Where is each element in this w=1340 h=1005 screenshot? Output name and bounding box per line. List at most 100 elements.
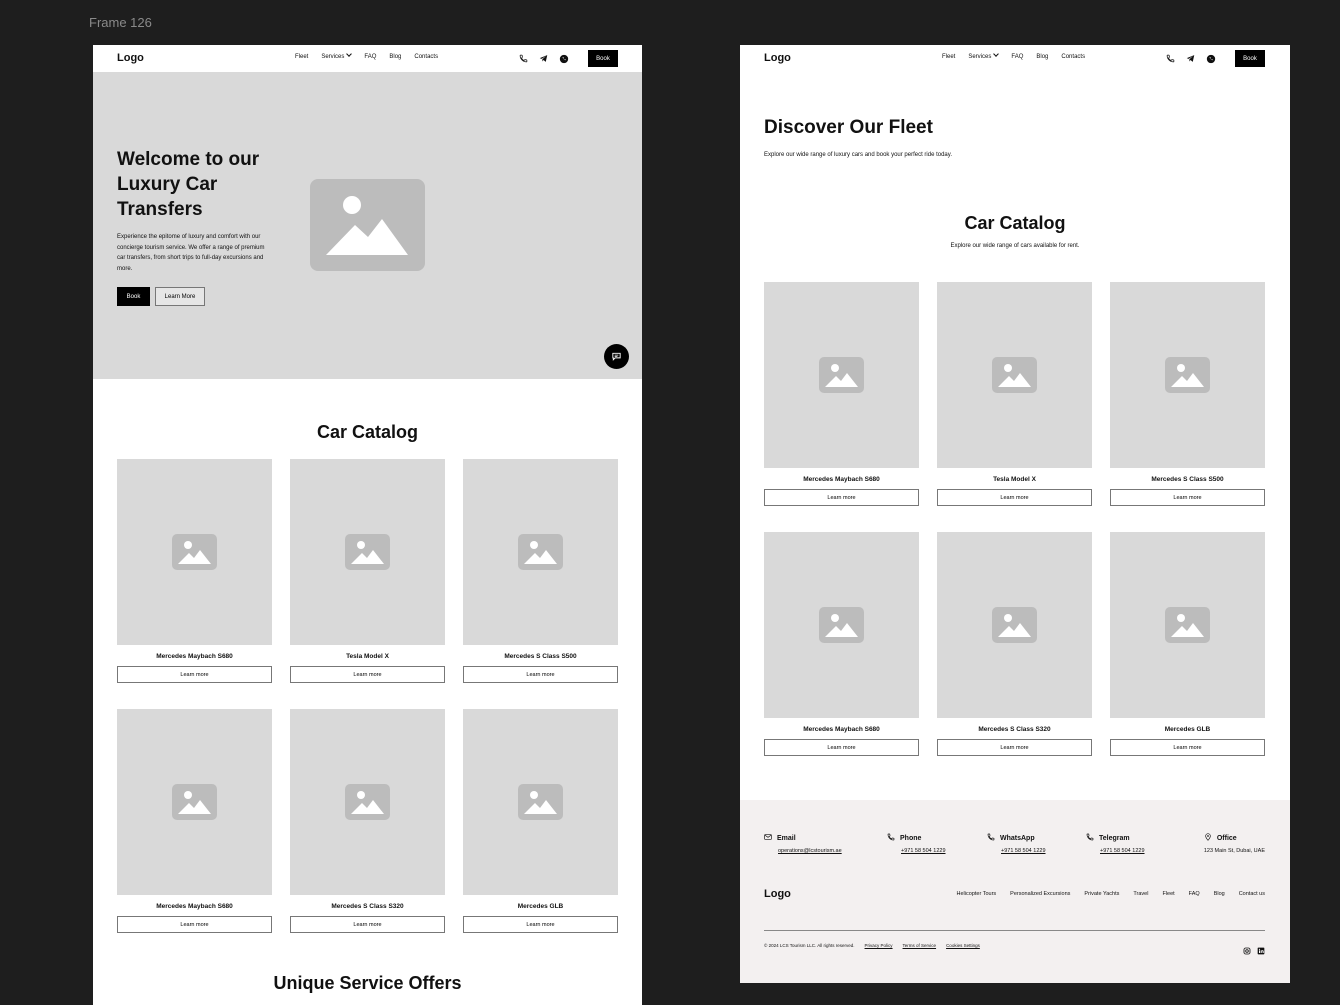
telegram-icon[interactable] bbox=[538, 53, 549, 64]
nav-link-contacts[interactable]: Contacts bbox=[1061, 54, 1085, 60]
hero-learn-more-button[interactable]: Learn More bbox=[155, 287, 205, 306]
car-name: Tesla Model X bbox=[346, 653, 389, 660]
car-image-placeholder bbox=[1110, 282, 1265, 468]
learn-more-button[interactable]: Learn more bbox=[290, 666, 445, 683]
footer-logo[interactable]: Logo bbox=[764, 888, 791, 900]
learn-more-button[interactable]: Learn more bbox=[290, 916, 445, 933]
chat-bubble-button[interactable] bbox=[604, 344, 629, 369]
nav-link-services[interactable]: Services bbox=[968, 51, 1000, 60]
car-image-placeholder bbox=[463, 709, 618, 895]
frame-label: Frame 126 bbox=[89, 15, 152, 30]
contact-office: Office 123 Main St, Dubai, UAE bbox=[1204, 833, 1265, 854]
contact-phone: Phone +971 58 504 1229 bbox=[887, 833, 946, 854]
hero-description: Experience the epitome of luxury and com… bbox=[117, 234, 265, 272]
nav-links: Fleet Services FAQ Blog Contacts bbox=[295, 51, 438, 60]
learn-more-button[interactable]: Learn more bbox=[764, 739, 919, 756]
car-card: Mercedes Maybach S680 Learn more bbox=[117, 709, 272, 933]
linkedin-icon[interactable] bbox=[1257, 942, 1265, 960]
footer-link[interactable]: Fleet bbox=[1162, 891, 1174, 897]
car-name: Mercedes Maybach S680 bbox=[803, 726, 880, 733]
nav-icons bbox=[1165, 53, 1216, 64]
footer-link[interactable]: Travel bbox=[1133, 891, 1148, 897]
learn-more-button[interactable]: Learn more bbox=[937, 489, 1092, 506]
contact-value[interactable]: +971 58 504 1229 bbox=[987, 848, 1046, 854]
contact-value[interactable]: operations@lcstourism.ae bbox=[764, 848, 842, 854]
contact-value[interactable]: +971 58 504 1229 bbox=[1086, 848, 1145, 854]
learn-more-button[interactable]: Learn more bbox=[117, 666, 272, 683]
car-card: Mercedes Maybach S680 Learn more bbox=[117, 459, 272, 683]
nav-links: Fleet Services FAQ Blog Contacts bbox=[942, 51, 1085, 60]
offers-title: Unique Service Offers bbox=[273, 973, 462, 993]
contact-label: WhatsApp bbox=[1000, 834, 1035, 842]
nav-book-button[interactable]: Book bbox=[1235, 50, 1265, 67]
learn-more-button[interactable]: Learn more bbox=[937, 739, 1092, 756]
phone-icon bbox=[987, 833, 995, 843]
car-name: Mercedes Maybach S680 bbox=[803, 476, 880, 483]
privacy-policy-link[interactable]: Privacy Policy bbox=[865, 943, 893, 948]
hero-section: Welcome to our Luxury Car Transfers Expe… bbox=[93, 72, 642, 379]
learn-more-button[interactable]: Learn more bbox=[463, 916, 618, 933]
nav-logo[interactable]: Logo bbox=[764, 52, 791, 64]
whatsapp-icon[interactable] bbox=[1205, 53, 1216, 64]
car-image-placeholder bbox=[290, 709, 445, 895]
footer-link[interactable]: Contact us bbox=[1239, 891, 1265, 897]
nav-link-faq[interactable]: FAQ bbox=[364, 54, 376, 60]
whatsapp-icon[interactable] bbox=[558, 53, 569, 64]
learn-more-button[interactable]: Learn more bbox=[1110, 489, 1265, 506]
car-name: Tesla Model X bbox=[993, 476, 1036, 483]
nav-link-fleet[interactable]: Fleet bbox=[942, 54, 955, 60]
footer-link[interactable]: Helicopter Tours bbox=[957, 891, 997, 897]
nav-link-fleet[interactable]: Fleet bbox=[295, 54, 308, 60]
image-icon bbox=[518, 534, 563, 570]
cookies-settings-link[interactable]: Cookies Settings bbox=[946, 943, 980, 948]
learn-more-button[interactable]: Learn more bbox=[117, 916, 272, 933]
chevron-down-icon bbox=[346, 51, 353, 57]
car-name: Mercedes GLB bbox=[1164, 726, 1211, 733]
image-icon bbox=[992, 357, 1037, 393]
footer-links: Helicopter Tours Personalized Excursions… bbox=[957, 891, 1265, 897]
car-card: Tesla Model X Learn more bbox=[937, 282, 1092, 506]
learn-more-button[interactable]: Learn more bbox=[463, 666, 618, 683]
footer-link[interactable]: Blog bbox=[1214, 891, 1225, 897]
nav-book-button[interactable]: Book bbox=[588, 50, 618, 67]
hero-title: Welcome to our Luxury Car Transfers bbox=[117, 149, 260, 220]
nav-link-faq[interactable]: FAQ bbox=[1011, 54, 1023, 60]
home-page-frame: Logo Fleet Services FAQ Blog Contacts Bo… bbox=[93, 45, 642, 1005]
contact-value: 123 Main St, Dubai, UAE bbox=[1203, 848, 1265, 854]
nav-link-blog[interactable]: Blog bbox=[389, 54, 401, 60]
contact-value[interactable]: +971 58 504 1229 bbox=[887, 848, 946, 854]
learn-more-button[interactable]: Learn more bbox=[764, 489, 919, 506]
instagram-icon[interactable] bbox=[1243, 942, 1251, 960]
phone-icon bbox=[887, 833, 895, 843]
nav-link-contacts[interactable]: Contacts bbox=[414, 54, 438, 60]
image-icon bbox=[992, 607, 1037, 643]
telegram-icon[interactable] bbox=[1185, 53, 1196, 64]
image-icon bbox=[518, 784, 563, 820]
phone-icon[interactable] bbox=[1165, 53, 1176, 64]
hero-image-placeholder bbox=[310, 179, 425, 271]
car-name: Mercedes S Class S500 bbox=[1151, 476, 1224, 483]
contact-telegram: Telegram +971 58 504 1229 bbox=[1086, 833, 1145, 854]
nav-link-services-label: Services bbox=[321, 54, 345, 60]
nav-logo[interactable]: Logo bbox=[117, 52, 144, 64]
navbar: Logo Fleet Services FAQ Blog Contacts Bo… bbox=[93, 45, 642, 72]
car-image-placeholder bbox=[937, 532, 1092, 718]
chevron-down-icon bbox=[993, 51, 1000, 57]
image-icon bbox=[1165, 607, 1210, 643]
terms-link[interactable]: Terms of Service bbox=[903, 943, 937, 948]
footer-link[interactable]: Private Yachts bbox=[1084, 891, 1119, 897]
hero-book-button[interactable]: Book bbox=[117, 287, 150, 306]
car-card: Mercedes Maybach S680 Learn more bbox=[764, 282, 919, 506]
footer-link[interactable]: FAQ bbox=[1189, 891, 1200, 897]
nav-link-services-label: Services bbox=[968, 54, 992, 60]
phone-icon[interactable] bbox=[518, 53, 529, 64]
contact-label: Telegram bbox=[1099, 834, 1130, 842]
learn-more-button[interactable]: Learn more bbox=[1110, 739, 1265, 756]
car-image-placeholder bbox=[764, 532, 919, 718]
car-name: Mercedes S Class S320 bbox=[331, 903, 404, 910]
nav-icons bbox=[518, 53, 569, 64]
footer-link[interactable]: Personalized Excursions bbox=[1010, 891, 1070, 897]
nav-link-blog[interactable]: Blog bbox=[1036, 54, 1048, 60]
catalog-subtitle: Explore our wide range of cars available… bbox=[950, 243, 1080, 249]
nav-link-services[interactable]: Services bbox=[321, 51, 353, 60]
